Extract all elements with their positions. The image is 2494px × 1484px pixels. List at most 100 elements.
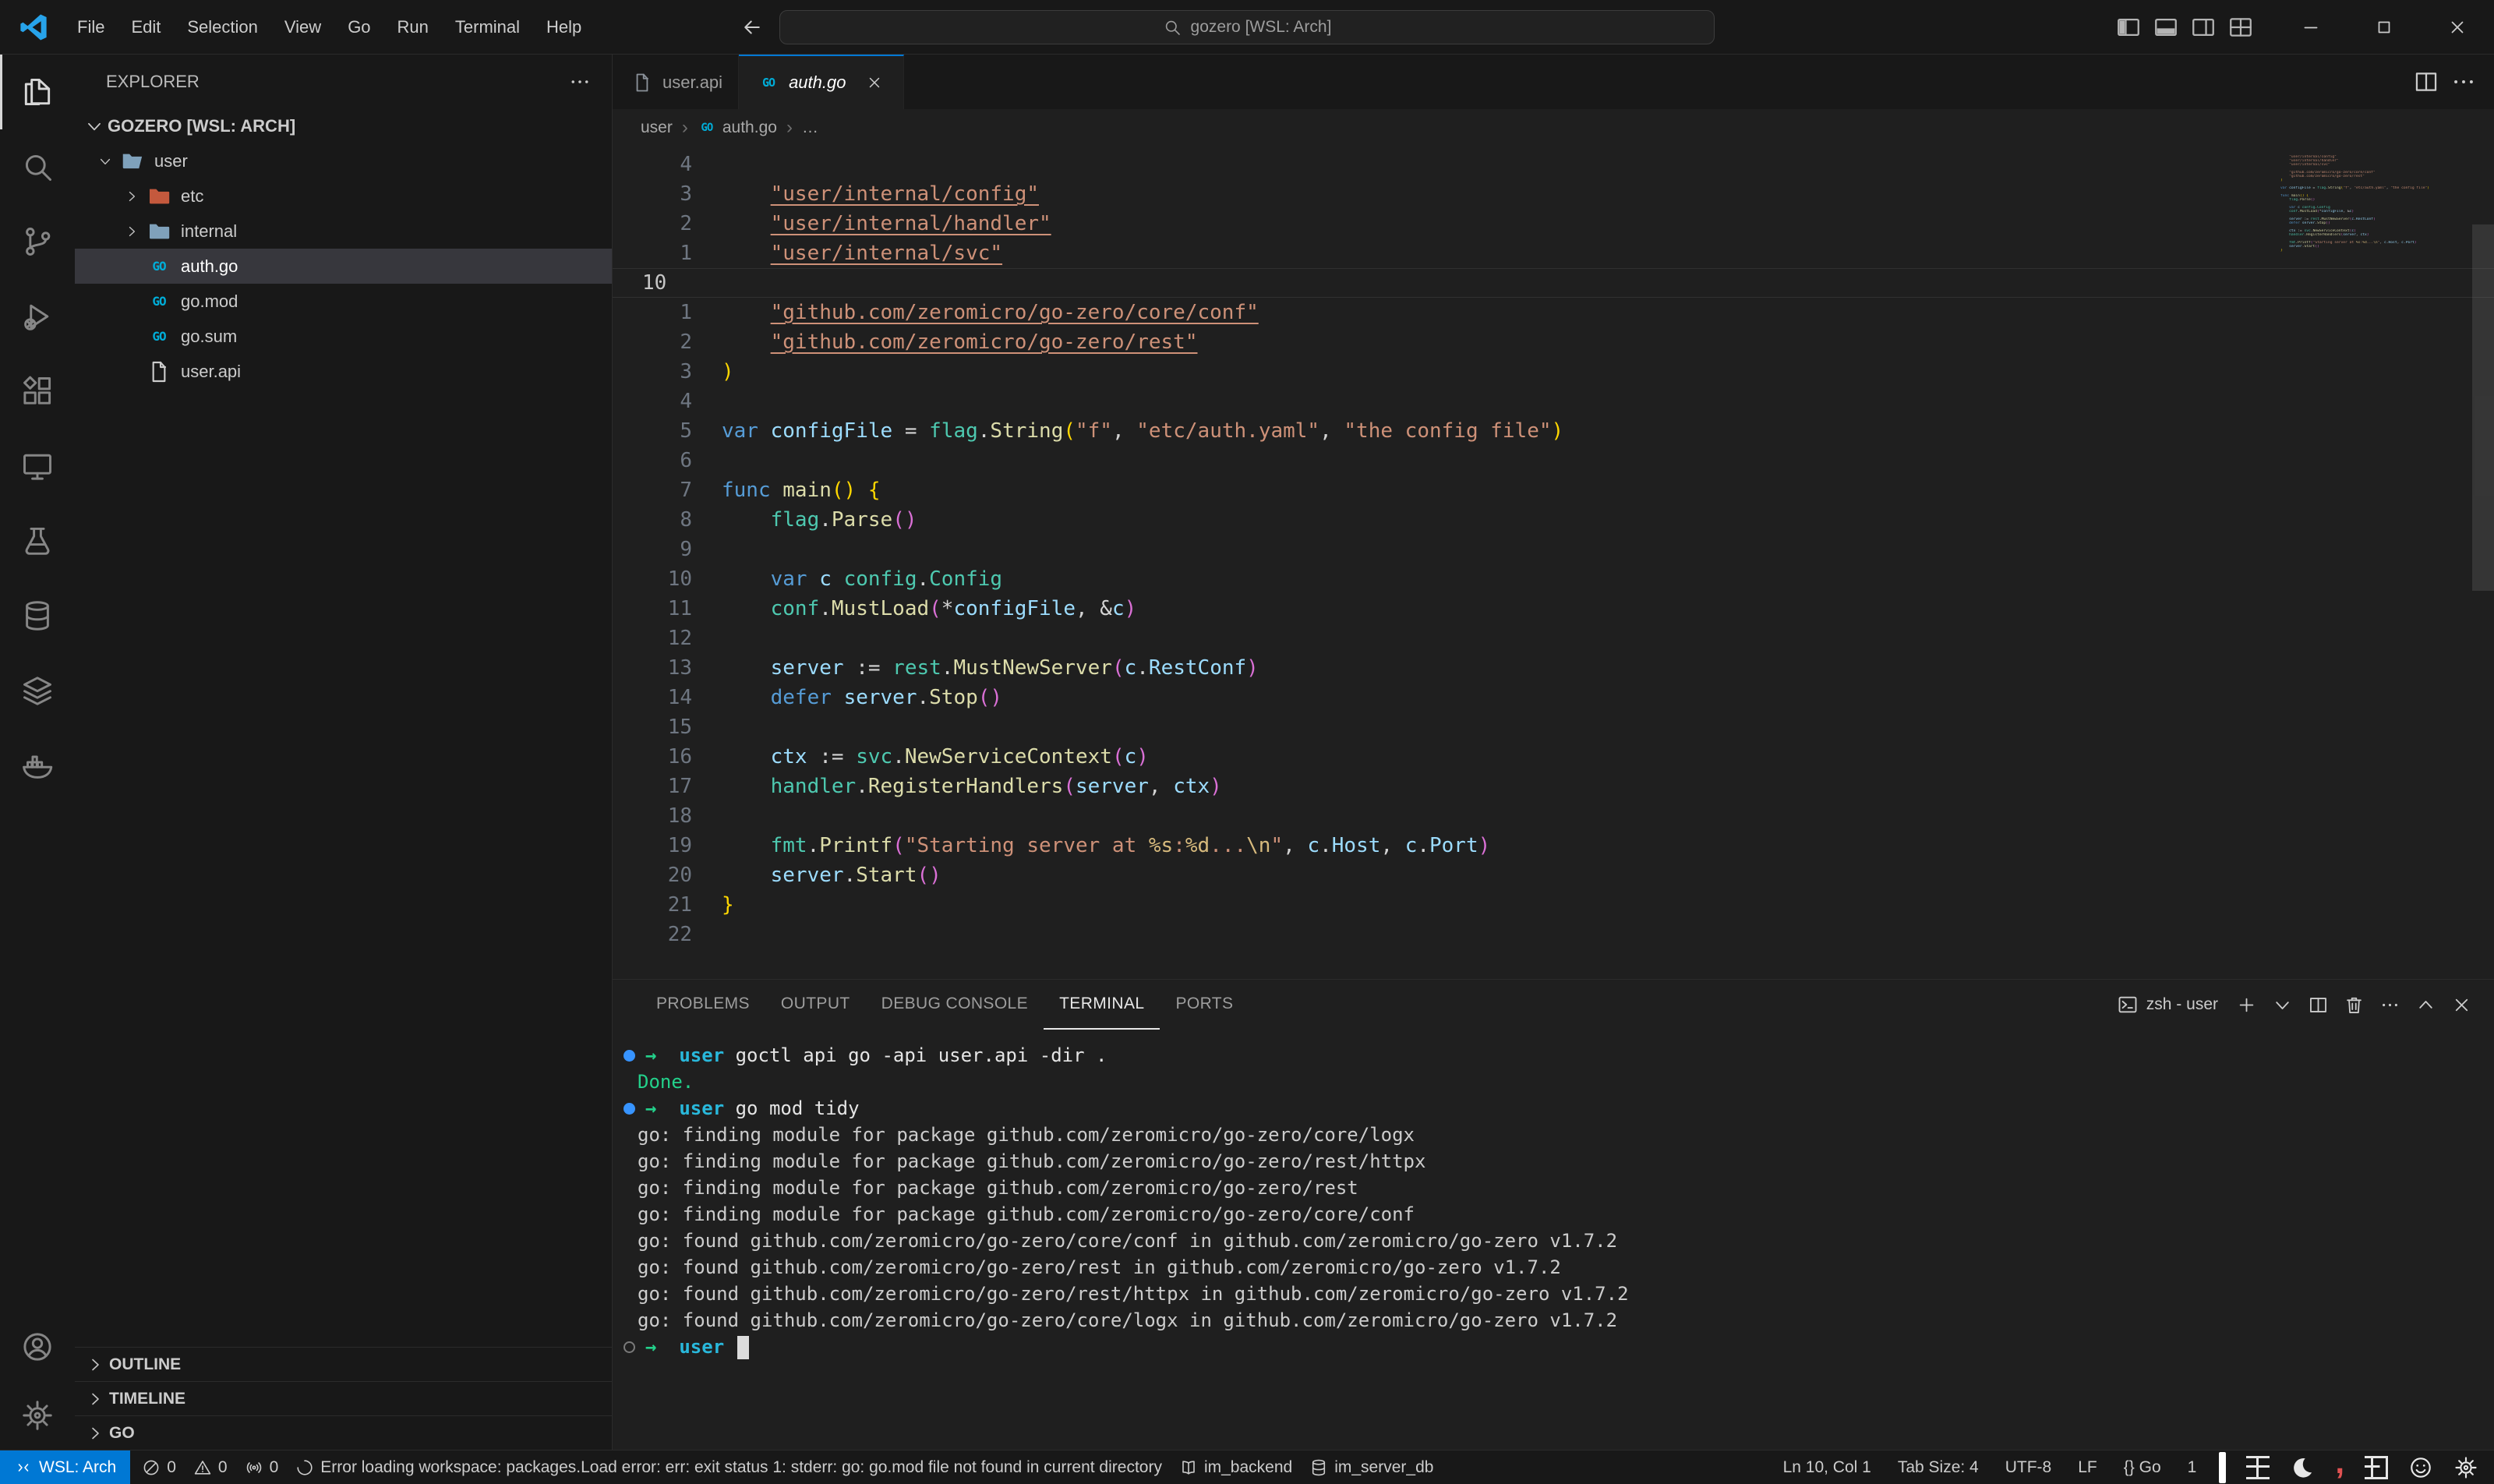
code-text[interactable] (722, 387, 2494, 416)
code-text[interactable]: ) (722, 357, 2494, 387)
section-outline[interactable]: OUTLINE (75, 1347, 612, 1381)
code-text[interactable] (722, 920, 2494, 949)
status-indentation[interactable]: Tab Size: 4 (1885, 1450, 1992, 1484)
status-workspace-load-error[interactable]: Error loading workspace: packages.Load e… (287, 1450, 1171, 1484)
breadcrumb-item[interactable]: GOauth.go (698, 118, 777, 137)
maximize-button[interactable] (2347, 0, 2421, 55)
code-text[interactable] (722, 150, 2494, 179)
code-text[interactable]: conf.MustLoad(*configFile, &c) (722, 594, 2494, 624)
add-icon[interactable] (2229, 988, 2263, 1022)
code-text[interactable] (722, 624, 2494, 653)
breadcrumb-item[interactable]: user (641, 118, 673, 137)
tree-item-auth.go[interactable]: GOauth.go (75, 249, 612, 284)
editor-more-actions-icon[interactable] (2450, 69, 2477, 95)
status-errors[interactable]: 0 (133, 1450, 185, 1484)
menu-go[interactable]: Go (334, 0, 383, 55)
code-text[interactable]: fmt.Printf("Starting server at %s:%d...\… (722, 831, 2494, 860)
chevron-down-icon[interactable] (2265, 988, 2299, 1022)
status-cursor-position[interactable]: Ln 10, Col 1 (1770, 1450, 1885, 1484)
vscode-logo-icon[interactable] (17, 11, 50, 44)
editor-scrollbar[interactable] (2472, 224, 2494, 591)
panel-tab-ports[interactable]: PORTS (1160, 980, 1249, 1030)
customize-layout-icon[interactable] (2227, 14, 2254, 41)
toggle-panel-icon[interactable] (2153, 14, 2179, 41)
panel-tab-output[interactable]: OUTPUT (765, 980, 866, 1030)
activitybar-source-control[interactable] (0, 204, 75, 279)
menu-file[interactable]: File (64, 0, 118, 55)
code-text[interactable]: defer server.Stop() (722, 683, 2494, 712)
tree-item-etc[interactable]: etc (75, 178, 612, 214)
code-text[interactable]: server.Start() (722, 860, 2494, 890)
status-eol[interactable]: LF (2065, 1450, 2111, 1484)
tree-item-internal[interactable]: internal (75, 214, 612, 249)
toggle-sidebar-icon[interactable] (2115, 14, 2142, 41)
status-language-mode[interactable]: {} Go (2111, 1450, 2174, 1484)
panel-tab-debug-console[interactable]: DEBUG CONSOLE (866, 980, 1044, 1030)
tab-user.api[interactable]: user.api (613, 55, 739, 109)
activitybar-accounts[interactable] (0, 1313, 75, 1381)
activitybar-docker[interactable] (0, 728, 75, 803)
section-go[interactable]: GO (75, 1415, 612, 1450)
command-center[interactable]: gozero [WSL: Arch] (779, 10, 1715, 44)
activitybar-explorer[interactable] (0, 55, 75, 129)
menu-view[interactable]: View (271, 0, 334, 55)
more-actions-icon[interactable] (568, 70, 592, 94)
menu-terminal[interactable]: Terminal (442, 0, 533, 55)
editor[interactable]: 43 "user/internal/config"2 "user/interna… (613, 147, 2494, 979)
status-im-server-db[interactable]: im_server_db (1301, 1450, 1442, 1484)
trash-icon[interactable] (2337, 988, 2371, 1022)
panel-tab-problems[interactable]: PROBLEMS (641, 980, 765, 1030)
tree-item-go.mod[interactable]: GOgo.mod (75, 284, 612, 319)
split-editor-icon[interactable] (2301, 988, 2335, 1022)
code-text[interactable]: ctx := svc.NewServiceContext(c) (722, 742, 2494, 772)
code-text[interactable]: "github.com/zeromicro/go-zero/rest" (722, 327, 2494, 357)
status-warnings[interactable]: 0 (185, 1450, 236, 1484)
ime-smiley-icon[interactable] (2408, 1455, 2433, 1480)
back-arrow-icon[interactable] (740, 16, 764, 39)
activitybar-remote-explorer[interactable] (0, 429, 75, 504)
code-text[interactable]: server := rest.MustNewServer(c.RestConf) (722, 653, 2494, 683)
code-text[interactable]: flag.Parse() (722, 505, 2494, 535)
code-text[interactable]: "user/internal/svc" (722, 238, 2494, 268)
menu-edit[interactable]: Edit (118, 0, 174, 55)
menu-selection[interactable]: Selection (174, 0, 271, 55)
code-text[interactable]: } (722, 890, 2494, 920)
activitybar-layers[interactable] (0, 653, 75, 728)
activitybar-database[interactable] (0, 578, 75, 653)
code-text[interactable]: var configFile = flag.String("f", "etc/a… (722, 416, 2494, 446)
code-text[interactable] (722, 801, 2494, 831)
menu-run[interactable]: Run (384, 0, 442, 55)
ime-english-icon[interactable] (2246, 1456, 2270, 1479)
tab-auth.go[interactable]: GOauth.go (739, 55, 904, 109)
code-text[interactable]: var c config.Config (722, 564, 2494, 594)
terminal-profile[interactable]: zsh - user (2117, 994, 2218, 1016)
tree-item-user.api[interactable]: user.api (75, 354, 612, 389)
code-text[interactable]: handler.RegisterHandlers(server, ctx) (722, 772, 2494, 801)
activitybar-settings[interactable] (0, 1381, 75, 1450)
ime-moon-icon[interactable] (2290, 1455, 2315, 1480)
panel-tab-terminal[interactable]: TERMINAL (1044, 980, 1160, 1030)
activitybar-extensions[interactable] (0, 354, 75, 429)
activitybar-search[interactable] (0, 129, 75, 204)
terminal-output[interactable]: → user goctl api go -api user.api -dir .… (613, 1030, 2494, 1450)
status-encoding[interactable]: UTF-8 (1992, 1450, 2065, 1484)
menu-help[interactable]: Help (533, 0, 595, 55)
tree-item-user[interactable]: user (75, 143, 612, 178)
code-text[interactable] (722, 446, 2494, 475)
status-im-backend[interactable]: im_backend (1171, 1450, 1301, 1484)
split-editor-icon[interactable] (2413, 69, 2439, 95)
status-ports[interactable]: 0 (236, 1450, 288, 1484)
ime-punctuation-icon[interactable]: , (2335, 1454, 2344, 1470)
breadcrumb-item[interactable]: … (802, 118, 818, 137)
chevron-up-icon[interactable] (2408, 988, 2443, 1022)
code-text[interactable] (722, 268, 2494, 298)
close-button[interactable] (2421, 0, 2494, 55)
minimap[interactable]: "user/internal/config" "user/internal/ha… (2280, 151, 2460, 256)
ime-settings-icon[interactable] (2453, 1455, 2478, 1480)
workspace-section-header[interactable]: GOZERO [WSL: ARCH] (75, 109, 612, 143)
status-notifications-count[interactable]: 1 (2174, 1450, 2210, 1484)
section-timeline[interactable]: TIMELINE (75, 1381, 612, 1415)
code-text[interactable]: "user/internal/config" (722, 179, 2494, 209)
activitybar-run-debug[interactable] (0, 279, 75, 354)
close-icon[interactable] (2444, 988, 2478, 1022)
